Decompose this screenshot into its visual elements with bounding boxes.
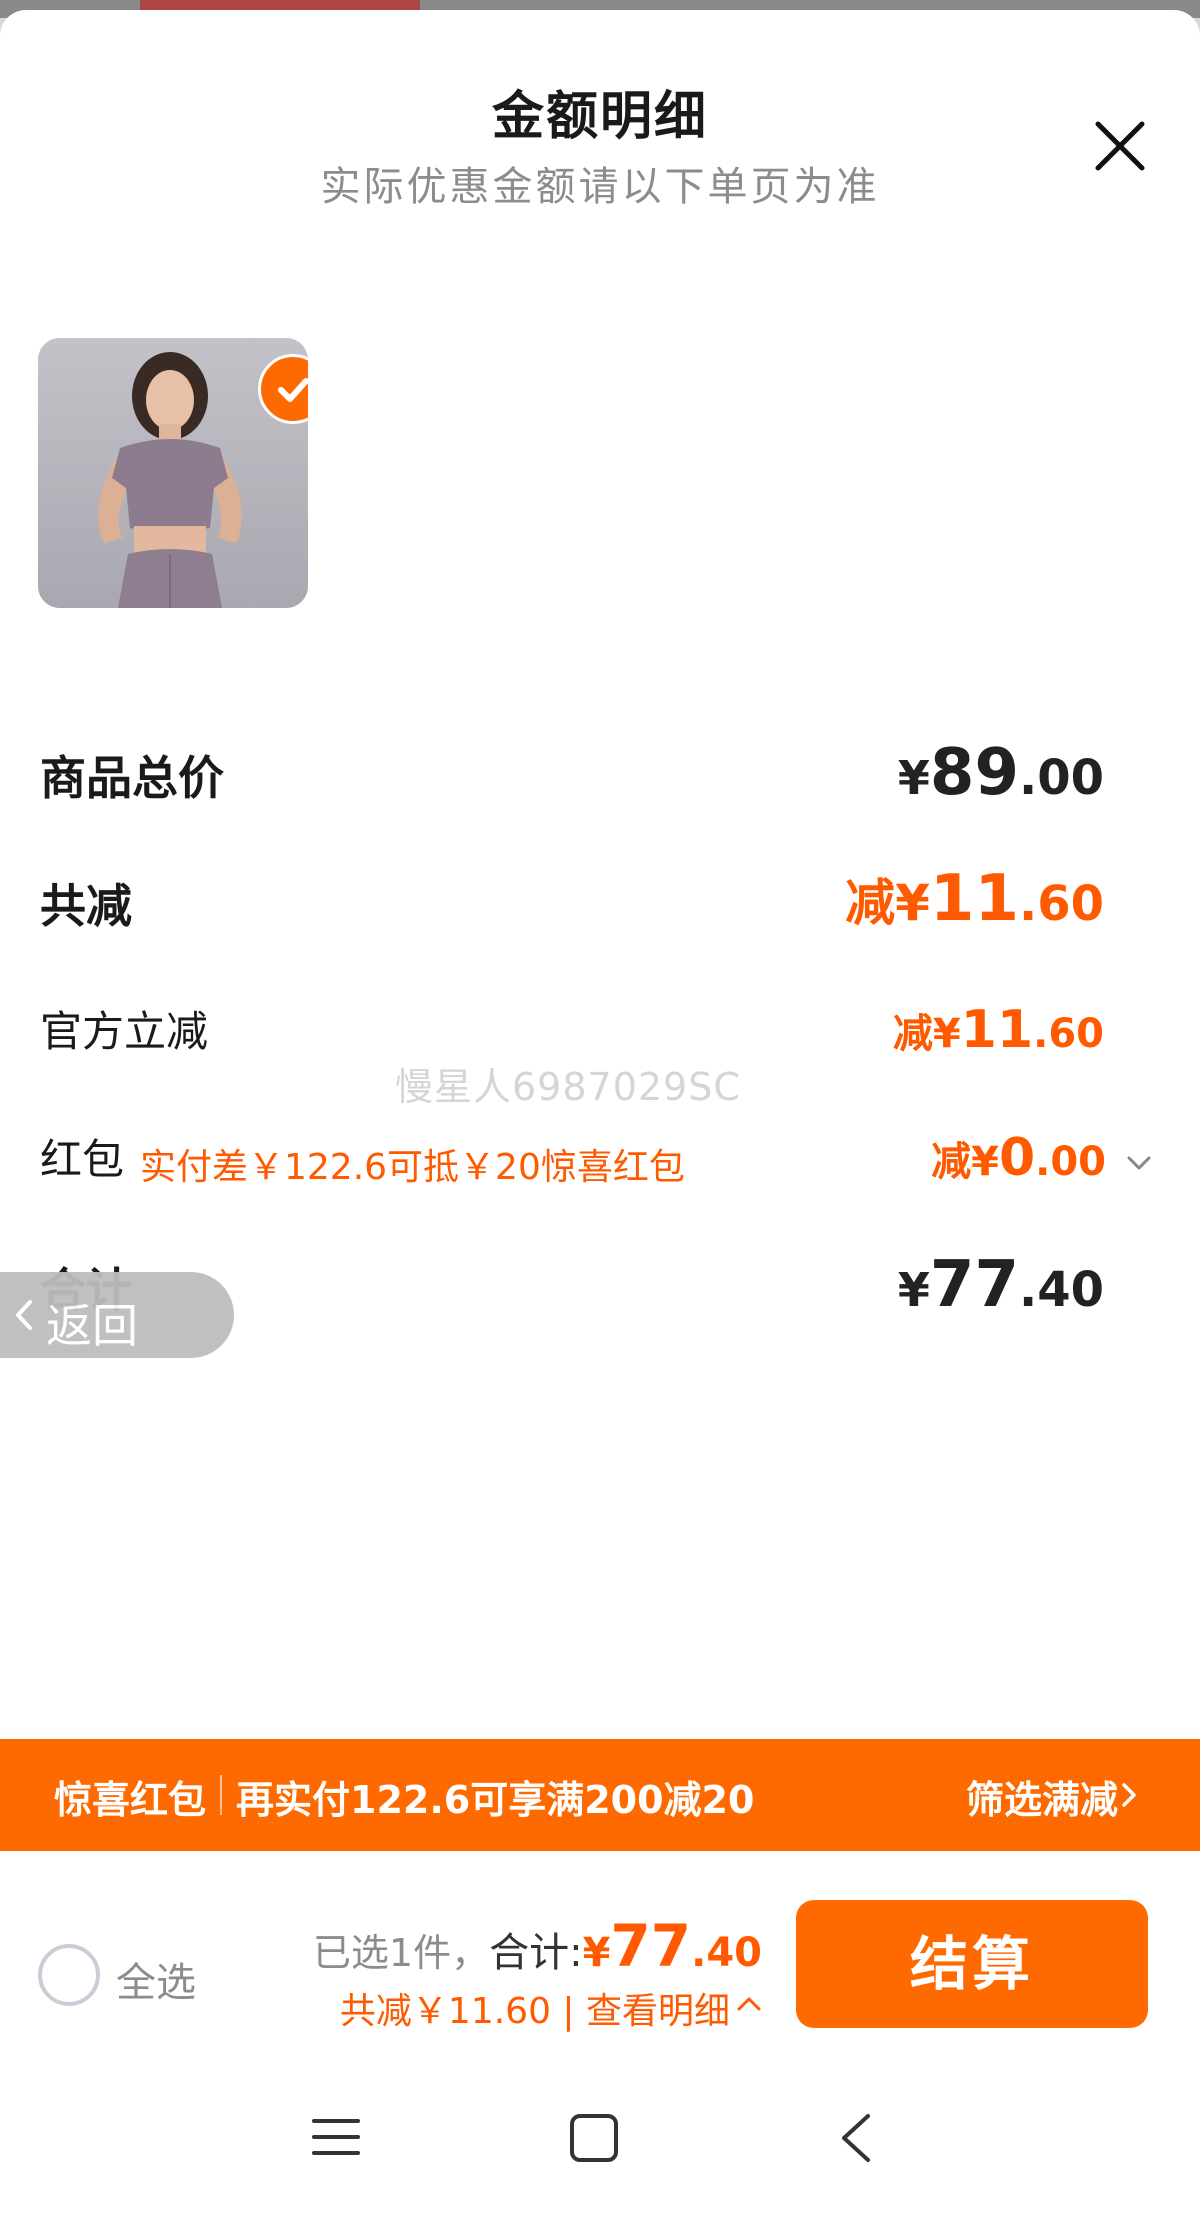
select-all-radio[interactable] xyxy=(38,1944,100,2006)
amount-integer: 77 xyxy=(929,1248,1019,1322)
promo-divider xyxy=(220,1775,222,1815)
promo-bar[interactable]: 惊喜红包 再实付122.6可享满200减20 筛选满减 xyxy=(0,1739,1200,1851)
total-value: ¥77.40 xyxy=(898,1248,1104,1322)
red-packet-value[interactable]: 减¥0.00 xyxy=(931,1128,1106,1188)
red-packet-hint: 实付差￥122.6可抵￥20惊喜红包 xyxy=(140,1147,685,1188)
currency-symbol: ¥ xyxy=(582,1930,611,1976)
amount-decimal: .60 xyxy=(1018,876,1104,932)
amount-integer: 77 xyxy=(610,1912,692,1980)
selected-check-badge[interactable] xyxy=(258,354,308,424)
filter-discount-link[interactable]: 筛选满减 xyxy=(966,1769,1118,1824)
chevron-down-icon[interactable] xyxy=(1124,1148,1154,1178)
checkout-button[interactable]: 结算 xyxy=(796,1900,1148,2028)
back-label: 返回 xyxy=(46,1299,138,1353)
amount-integer: 89 xyxy=(929,736,1019,810)
menu-icon[interactable] xyxy=(312,2116,360,2158)
chevron-up-icon[interactable] xyxy=(734,1992,764,2014)
total-discount-value: 减¥11.60 xyxy=(845,862,1104,936)
official-discount-label: 官方立减 xyxy=(40,1007,209,1056)
discount-prefix: 减¥ xyxy=(892,1011,961,1057)
promo-red-packet-tag: 惊喜红包 xyxy=(54,1778,207,1822)
amount-integer: 0 xyxy=(998,1128,1036,1188)
amount-decimal: .00 xyxy=(1035,1139,1106,1185)
discount-prefix: 减¥ xyxy=(845,874,930,932)
home-icon[interactable] xyxy=(568,2112,620,2164)
product-thumbnail[interactable] xyxy=(38,338,308,608)
selected-count: 已选1件， xyxy=(312,1931,490,1975)
chevron-left-icon xyxy=(16,1300,32,1330)
currency-symbol: ¥ xyxy=(897,751,930,805)
chevron-right-icon xyxy=(1122,1783,1136,1807)
amount-decimal: .00 xyxy=(1018,750,1104,806)
amount-decimal: .60 xyxy=(1033,1011,1104,1057)
amount-decimal: .40 xyxy=(1018,1262,1104,1318)
check-icon xyxy=(278,378,308,402)
sheet-title: 金额明细 xyxy=(491,87,708,147)
footer-total-summary: 已选1件，合计:¥77.40 xyxy=(313,1912,762,1980)
amount-integer: 11 xyxy=(929,862,1019,936)
watermark-text: 慢星人6987029SC xyxy=(395,1065,741,1109)
sheet-subtitle: 实际优惠金额请以下单页为准 xyxy=(320,164,880,210)
total-discount-label: 共减 xyxy=(40,879,132,933)
amount-detail-sheet: 金额明细 实际优惠金额请以下单页为准 商品总价 ¥89.00 共减 减¥11.6… xyxy=(0,10,1200,2232)
goods-total-value: ¥89.00 xyxy=(898,736,1104,810)
promo-message: 再实付122.6可享满200减20 xyxy=(236,1778,755,1822)
select-all-label[interactable]: 全选 xyxy=(116,1950,196,2008)
floating-back-button[interactable]: 返回 xyxy=(0,1272,234,1358)
amount-decimal: .40 xyxy=(691,1930,762,1976)
close-icon[interactable] xyxy=(1090,116,1150,176)
discount-prefix: 减¥ xyxy=(931,1139,999,1185)
official-discount-value: 减¥11.60 xyxy=(893,1000,1104,1060)
currency-symbol: ¥ xyxy=(897,1263,930,1317)
view-detail-link[interactable]: 共减￥11.60 | 查看明细 xyxy=(340,1982,730,2034)
amount-integer: 11 xyxy=(960,1000,1034,1060)
footer-total-label: 合计: xyxy=(489,1930,583,1976)
back-icon[interactable] xyxy=(838,2112,874,2164)
red-packet-label: 红包 xyxy=(40,1135,125,1184)
goods-total-label: 商品总价 xyxy=(40,751,224,805)
